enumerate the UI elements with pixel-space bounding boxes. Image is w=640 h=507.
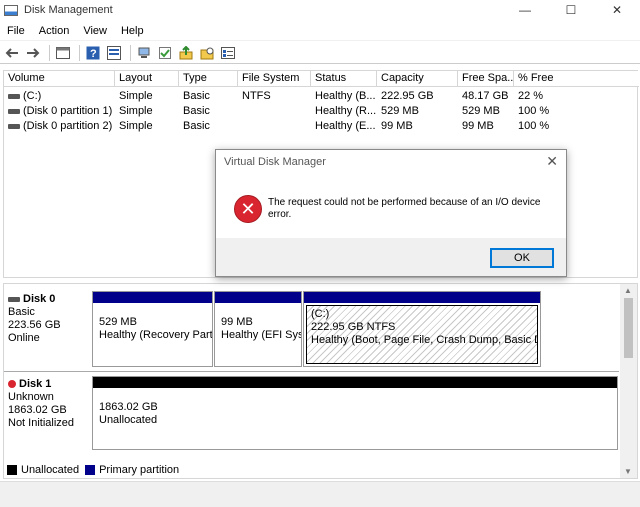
disk-icon xyxy=(8,296,20,302)
window-title: Disk Management xyxy=(24,4,113,16)
col-status[interactable]: Status xyxy=(311,71,377,87)
menu-view[interactable]: View xyxy=(76,25,114,37)
legend: Unallocated Primary partition xyxy=(3,462,623,478)
partition-recovery[interactable]: 529 MB Healthy (Recovery Partit xyxy=(92,291,213,367)
scrollbar-thumb[interactable] xyxy=(624,298,633,358)
view-details-icon[interactable] xyxy=(219,44,237,62)
primary-swatch xyxy=(85,465,96,475)
col-volume[interactable]: Volume xyxy=(4,71,115,87)
title-bar: Disk Management — ☐ ✕ xyxy=(0,0,640,20)
col-file-system[interactable]: File System xyxy=(238,71,311,87)
partition-c-drive[interactable]: (C:) 222.95 GB NTFS Healthy (Boot, Page … xyxy=(303,291,541,367)
unallocated-swatch xyxy=(7,465,17,475)
error-icon: ✕ xyxy=(234,195,262,223)
upload-icon[interactable] xyxy=(177,44,195,62)
checklist-icon[interactable] xyxy=(156,44,174,62)
menu-help[interactable]: Help xyxy=(114,25,151,37)
menu-action[interactable]: Action xyxy=(32,25,77,37)
connect-icon[interactable] xyxy=(135,44,153,62)
legend-unallocated: Unallocated xyxy=(21,464,80,476)
col-percent-free[interactable]: % Free xyxy=(514,71,639,87)
svg-text:?: ? xyxy=(90,48,97,60)
disk-1-label[interactable]: Disk 1 Unknown 1863.02 GB Not Initialize… xyxy=(8,378,88,430)
status-bar xyxy=(0,481,640,507)
vertical-scrollbar[interactable]: ▲ ▼ xyxy=(620,284,637,478)
col-free-space[interactable]: Free Spa... xyxy=(458,71,514,87)
close-button[interactable]: ✕ xyxy=(594,0,640,20)
dialog-close-button[interactable]: ✕ xyxy=(546,153,558,170)
menu-bar: File Action View Help xyxy=(0,21,640,41)
toolbar: ? xyxy=(0,42,640,64)
volume-icon xyxy=(8,108,20,114)
folder-options-icon[interactable] xyxy=(198,44,216,62)
forward-icon[interactable] xyxy=(24,44,42,62)
menu-file[interactable]: File xyxy=(0,25,32,37)
col-capacity[interactable]: Capacity xyxy=(377,71,458,87)
disk-error-icon xyxy=(8,380,16,389)
ok-button[interactable]: OK xyxy=(490,248,554,268)
dialog-title: Virtual Disk Manager xyxy=(224,156,326,168)
volume-icon xyxy=(8,93,20,99)
back-icon[interactable] xyxy=(3,44,21,62)
partition-efi[interactable]: 99 MB Healthy (EFI Syst xyxy=(214,291,302,367)
disk-0-label[interactable]: Disk 0 Basic 223.56 GB Online xyxy=(8,293,88,345)
col-type[interactable]: Type xyxy=(179,71,238,87)
disk-management-icon xyxy=(4,4,18,16)
disk-map: Disk 0 Basic 223.56 GB Online 529 MB Hea… xyxy=(3,283,638,479)
dialog-message: The request could not be performed becau… xyxy=(268,197,541,220)
error-dialog: Virtual Disk Manager ✕ ✕ The request cou… xyxy=(215,149,567,277)
minimize-button[interactable]: — xyxy=(502,0,548,20)
legend-primary: Primary partition xyxy=(99,464,180,476)
console-tree-icon[interactable] xyxy=(54,44,72,62)
volume-icon xyxy=(8,123,20,129)
help-icon[interactable]: ? xyxy=(84,44,102,62)
unallocated-space[interactable]: 1863.02 GB Unallocated xyxy=(92,376,618,450)
col-layout[interactable]: Layout xyxy=(115,71,179,87)
maximize-button[interactable]: ☐ xyxy=(548,0,594,20)
properties-icon[interactable] xyxy=(105,44,123,62)
